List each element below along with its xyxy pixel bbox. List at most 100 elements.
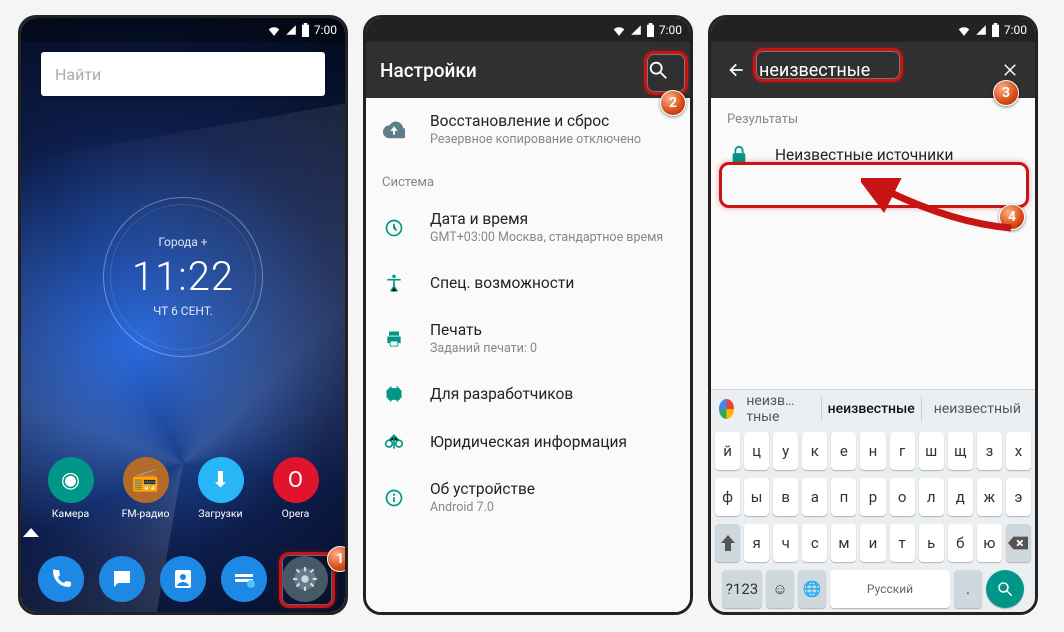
key-м[interactable]: м xyxy=(831,524,856,562)
cloud-icon xyxy=(382,121,406,139)
dock-contacts[interactable] xyxy=(153,556,213,602)
app-drawer-handle[interactable] xyxy=(21,524,345,548)
dock-settings[interactable] xyxy=(275,556,335,602)
settings-list[interactable]: Восстановление и сбросРезервное копирова… xyxy=(366,98,690,612)
key-з[interactable]: з xyxy=(977,432,1002,470)
app-Камера[interactable]: ◉Камера xyxy=(41,457,101,520)
back-icon[interactable] xyxy=(721,52,751,88)
settings-icon xyxy=(282,556,328,602)
google-icon[interactable] xyxy=(719,399,734,419)
clock-date: чт 6 сент. xyxy=(153,304,213,318)
key-ж[interactable]: ж xyxy=(977,478,1002,516)
key-х[interactable]: х xyxy=(1006,432,1031,470)
app-row: ◉Камера 📻 FM-радио ⬇ЗагрузкиOOpera xyxy=(21,457,345,524)
app-Opera[interactable]: OOpera xyxy=(266,457,326,520)
suggestion[interactable]: неизвестный xyxy=(928,397,1027,421)
key-ц[interactable]: ц xyxy=(744,432,769,470)
arrow-annotation xyxy=(861,178,1021,248)
screen-settings: 7:00 Настройки Восстановление и сбросРез… xyxy=(363,15,693,615)
key-dot[interactable]: . xyxy=(954,570,982,608)
key-ф[interactable]: ф xyxy=(715,478,740,516)
dock-messages[interactable] xyxy=(92,556,152,602)
item-title: Юридическая информация xyxy=(430,433,674,451)
key-н[interactable]: н xyxy=(860,432,885,470)
key-emoji[interactable]: ☺ xyxy=(766,570,794,608)
wifi-icon xyxy=(267,24,281,36)
signal-icon xyxy=(285,24,297,36)
app-icon: 📻 xyxy=(123,457,169,503)
key-л[interactable]: л xyxy=(919,478,944,516)
wifi-icon xyxy=(612,24,626,36)
signal-icon xyxy=(630,24,642,36)
clock-widget[interactable]: Города + 11:22 чт 6 сент. xyxy=(21,96,345,457)
status-time: 7:00 xyxy=(314,23,337,37)
status-time: 7:00 xyxy=(1004,23,1027,37)
key-э[interactable]: э xyxy=(1006,478,1031,516)
key-о[interactable]: о xyxy=(890,478,915,516)
messages-icon xyxy=(99,556,145,602)
key-backspace[interactable] xyxy=(1006,524,1031,562)
item-title: Печать xyxy=(430,321,674,339)
key-д[interactable]: д xyxy=(948,478,973,516)
item-sub: Заданий печати: 0 xyxy=(430,341,674,356)
key-е[interactable]: е xyxy=(831,432,856,470)
screen-home: 7:00 Найти Города + 11:22 чт 6 сент. ◉Ка… xyxy=(18,15,348,615)
key-в[interactable]: в xyxy=(773,478,798,516)
contacts-icon xyxy=(160,556,206,602)
home-search-bar[interactable]: Найти xyxy=(41,52,325,96)
settings-item[interactable]: Юридическая информация xyxy=(366,418,690,466)
battery-icon xyxy=(646,23,655,37)
settings-item-backup[interactable]: Восстановление и сбросРезервное копирова… xyxy=(366,98,690,161)
app-label: Загрузки xyxy=(198,507,242,520)
key-ы[interactable]: ы xyxy=(744,478,769,516)
phone-icon xyxy=(38,556,84,602)
app-icon: ◉ xyxy=(48,457,94,503)
dock-phone[interactable] xyxy=(31,556,91,602)
key-и[interactable]: и xyxy=(860,524,885,562)
key-я[interactable]: я xyxy=(744,524,769,562)
settings-item[interactable]: Об устройствеAndroid 7.0 xyxy=(366,466,690,529)
app-FM-радио[interactable]: 📻 FM-радио xyxy=(116,457,176,520)
key-т[interactable]: т xyxy=(890,524,915,562)
key-search[interactable] xyxy=(986,570,1024,608)
settings-item[interactable]: Для разработчиков xyxy=(366,370,690,418)
screen-search: 7:00 Результаты Неизвестные источники не… xyxy=(708,15,1038,615)
key-г[interactable]: г xyxy=(890,432,915,470)
settings-item[interactable]: Печать Заданий печати: 0 xyxy=(366,307,690,370)
item-sub: GMT+03:00 Москва, стандартное время xyxy=(430,230,674,245)
key-numbers[interactable]: ?123 xyxy=(722,570,762,608)
app-icon: O xyxy=(273,457,319,503)
key-lang[interactable]: 🌐 xyxy=(798,570,826,608)
dev-icon xyxy=(382,384,406,404)
key-б[interactable]: б xyxy=(948,524,973,562)
suggestion[interactable]: неизв…тные xyxy=(740,389,814,429)
key-space[interactable]: Русский xyxy=(830,570,950,608)
app-label: FM-радио xyxy=(122,507,170,520)
item-title: Об устройстве xyxy=(430,480,674,498)
key-shift[interactable] xyxy=(715,524,740,562)
dock-files[interactable] xyxy=(214,556,274,602)
key-ю[interactable]: ю xyxy=(977,524,1002,562)
key-а[interactable]: а xyxy=(802,478,827,516)
keyboard: неизв…тные неизвестные неизвестный йцуке… xyxy=(711,389,1035,612)
item-title: Спец. возможности xyxy=(430,274,674,292)
key-у[interactable]: у xyxy=(773,432,798,470)
suggestion[interactable]: неизвестные xyxy=(821,397,922,421)
key-ь[interactable]: ь xyxy=(919,524,944,562)
key-к[interactable]: к xyxy=(802,432,827,470)
settings-item[interactable]: Спец. возможности xyxy=(366,259,690,307)
key-ш[interactable]: ш xyxy=(919,432,944,470)
key-й[interactable]: й xyxy=(715,432,740,470)
key-ч[interactable]: ч xyxy=(773,524,798,562)
key-с[interactable]: с xyxy=(802,524,827,562)
key-щ[interactable]: щ xyxy=(948,432,973,470)
clock-time: 11:22 xyxy=(132,253,234,300)
settings-item[interactable]: Дата и времяGMT+03:00 Москва, стандартно… xyxy=(366,196,690,259)
settings-title: Настройки xyxy=(380,59,624,82)
status-time: 7:00 xyxy=(659,23,682,37)
status-bar: 7:00 xyxy=(711,18,1035,42)
app-Загрузки[interactable]: ⬇Загрузки xyxy=(191,457,251,520)
dock xyxy=(21,548,345,612)
key-п[interactable]: п xyxy=(831,478,856,516)
key-р[interactable]: р xyxy=(860,478,885,516)
